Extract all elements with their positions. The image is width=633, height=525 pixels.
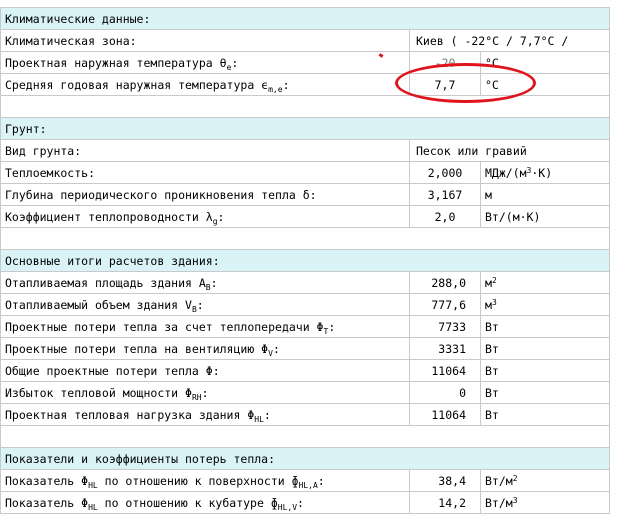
section-title: Показатели и коэффициенты потерь тепла: bbox=[0, 447, 610, 470]
row-penetration-depth: Глубина периодического проникновения теп… bbox=[0, 183, 610, 206]
unit: Вт bbox=[480, 381, 610, 404]
section-indicators: Показатели и коэффициенты потерь тепла: bbox=[0, 447, 610, 470]
row-soil-type: Вид грунта: Песок или гравий bbox=[0, 139, 610, 162]
row-heated-volume: Отапливаемый объем здания VB: 777,6 м3 bbox=[0, 293, 610, 316]
label: Отапливаемый объем здания VB: bbox=[0, 293, 410, 316]
row-heat-capacity: Теплоемкость: 2,000 МДж/(м3·K) bbox=[0, 161, 610, 184]
value: 11064 bbox=[409, 403, 481, 426]
label: Показатель ΦHL по отношению к кубатуре ɸ… bbox=[0, 491, 410, 514]
spacer-row bbox=[0, 227, 610, 250]
unit: Вт bbox=[480, 315, 610, 338]
value: 38,4 bbox=[409, 469, 481, 492]
row-heat-load: Проектная тепловая нагрузка здания ΦHL: … bbox=[0, 403, 610, 426]
unit: °C bbox=[480, 73, 610, 96]
value: 777,6 bbox=[409, 293, 481, 316]
label: Глубина периодического проникновения теп… bbox=[0, 183, 410, 206]
row-climate-zone: Климатическая зона: Киев ( -22°C / 7,7°C… bbox=[0, 29, 610, 52]
value: -20 bbox=[409, 51, 481, 74]
label: Вид грунта: bbox=[0, 139, 410, 162]
unit: Вт/м3 bbox=[480, 491, 610, 514]
label: Показатель ΦHL по отношению к поверхност… bbox=[0, 469, 410, 492]
label: Коэффициент теплопроводности λg: bbox=[0, 205, 410, 228]
row-design-temp: Проектная наружная температура θe: -20 °… bbox=[0, 51, 610, 74]
unit: Вт bbox=[480, 359, 610, 382]
unit: м3 bbox=[480, 293, 610, 316]
results-sheet: Климатические данные: Климатическая зона… bbox=[0, 7, 610, 514]
unit: Вт/(м·K) bbox=[480, 205, 610, 228]
label: Общие проектные потери тепла Φ: bbox=[0, 359, 410, 382]
section-title: Грунт: bbox=[0, 117, 610, 140]
row-heated-area: Отапливаемая площадь здания AB: 288,0 м2 bbox=[0, 271, 610, 294]
spacer-row bbox=[0, 425, 610, 448]
unit: Вт bbox=[480, 403, 610, 426]
section-climate: Климатические данные: bbox=[0, 7, 610, 30]
value: Песок или гравий bbox=[409, 139, 610, 162]
row-volume-indicator: Показатель ΦHL по отношению к кубатуре ɸ… bbox=[0, 491, 610, 514]
label: Средняя годовая наружная температура ϵm,… bbox=[0, 73, 410, 96]
row-ventilation-loss: Проектные потери тепла на вентиляцию ΦV:… bbox=[0, 337, 610, 360]
spacer-row bbox=[0, 95, 610, 118]
label: Проектная тепловая нагрузка здания ΦHL: bbox=[0, 403, 410, 426]
row-transmission-loss: Проектные потери тепла за счет теплопере… bbox=[0, 315, 610, 338]
section-title: Основные итоги расчетов здания: bbox=[0, 249, 610, 272]
row-annual-temp: Средняя годовая наружная температура ϵm,… bbox=[0, 73, 610, 96]
section-title: Климатические данные: bbox=[0, 7, 610, 30]
value: 288,0 bbox=[409, 271, 481, 294]
label: Проектная наружная температура θe: bbox=[0, 51, 410, 74]
value: 7733 bbox=[409, 315, 481, 338]
value: 2,000 bbox=[409, 161, 481, 184]
section-soil: Грунт: bbox=[0, 117, 610, 140]
value: 3331 bbox=[409, 337, 481, 360]
row-total-loss: Общие проектные потери тепла Φ: 11064 Вт bbox=[0, 359, 610, 382]
value: 14,2 bbox=[409, 491, 481, 514]
row-surface-indicator: Показатель ΦHL по отношению к поверхност… bbox=[0, 469, 610, 492]
label: Отапливаемая площадь здания AB: bbox=[0, 271, 410, 294]
value: 2,0 bbox=[409, 205, 481, 228]
unit: °C bbox=[480, 51, 610, 74]
section-results: Основные итоги расчетов здания: bbox=[0, 249, 610, 272]
label: Проектные потери тепла на вентиляцию ΦV: bbox=[0, 337, 410, 360]
unit: МДж/(м3·K) bbox=[480, 161, 610, 184]
unit: м bbox=[480, 183, 610, 206]
row-conductivity: Коэффициент теплопроводности λg: 2,0 Вт/… bbox=[0, 205, 610, 228]
row-excess-power: Избыток тепловой мощности ΦRH: 0 Вт bbox=[0, 381, 610, 404]
unit: м2 bbox=[480, 271, 610, 294]
label: Избыток тепловой мощности ΦRH: bbox=[0, 381, 410, 404]
value: 7,7 bbox=[409, 73, 481, 96]
label: Климатическая зона: bbox=[0, 29, 410, 52]
value: Киев ( -22°C / 7,7°C / bbox=[409, 29, 610, 52]
value: 0 bbox=[409, 381, 481, 404]
unit: Вт bbox=[480, 337, 610, 360]
label: Теплоемкость: bbox=[0, 161, 410, 184]
value: 3,167 bbox=[409, 183, 481, 206]
label: Проектные потери тепла за счет теплопере… bbox=[0, 315, 410, 338]
value: 11064 bbox=[409, 359, 481, 382]
unit: Вт/м2 bbox=[480, 469, 610, 492]
